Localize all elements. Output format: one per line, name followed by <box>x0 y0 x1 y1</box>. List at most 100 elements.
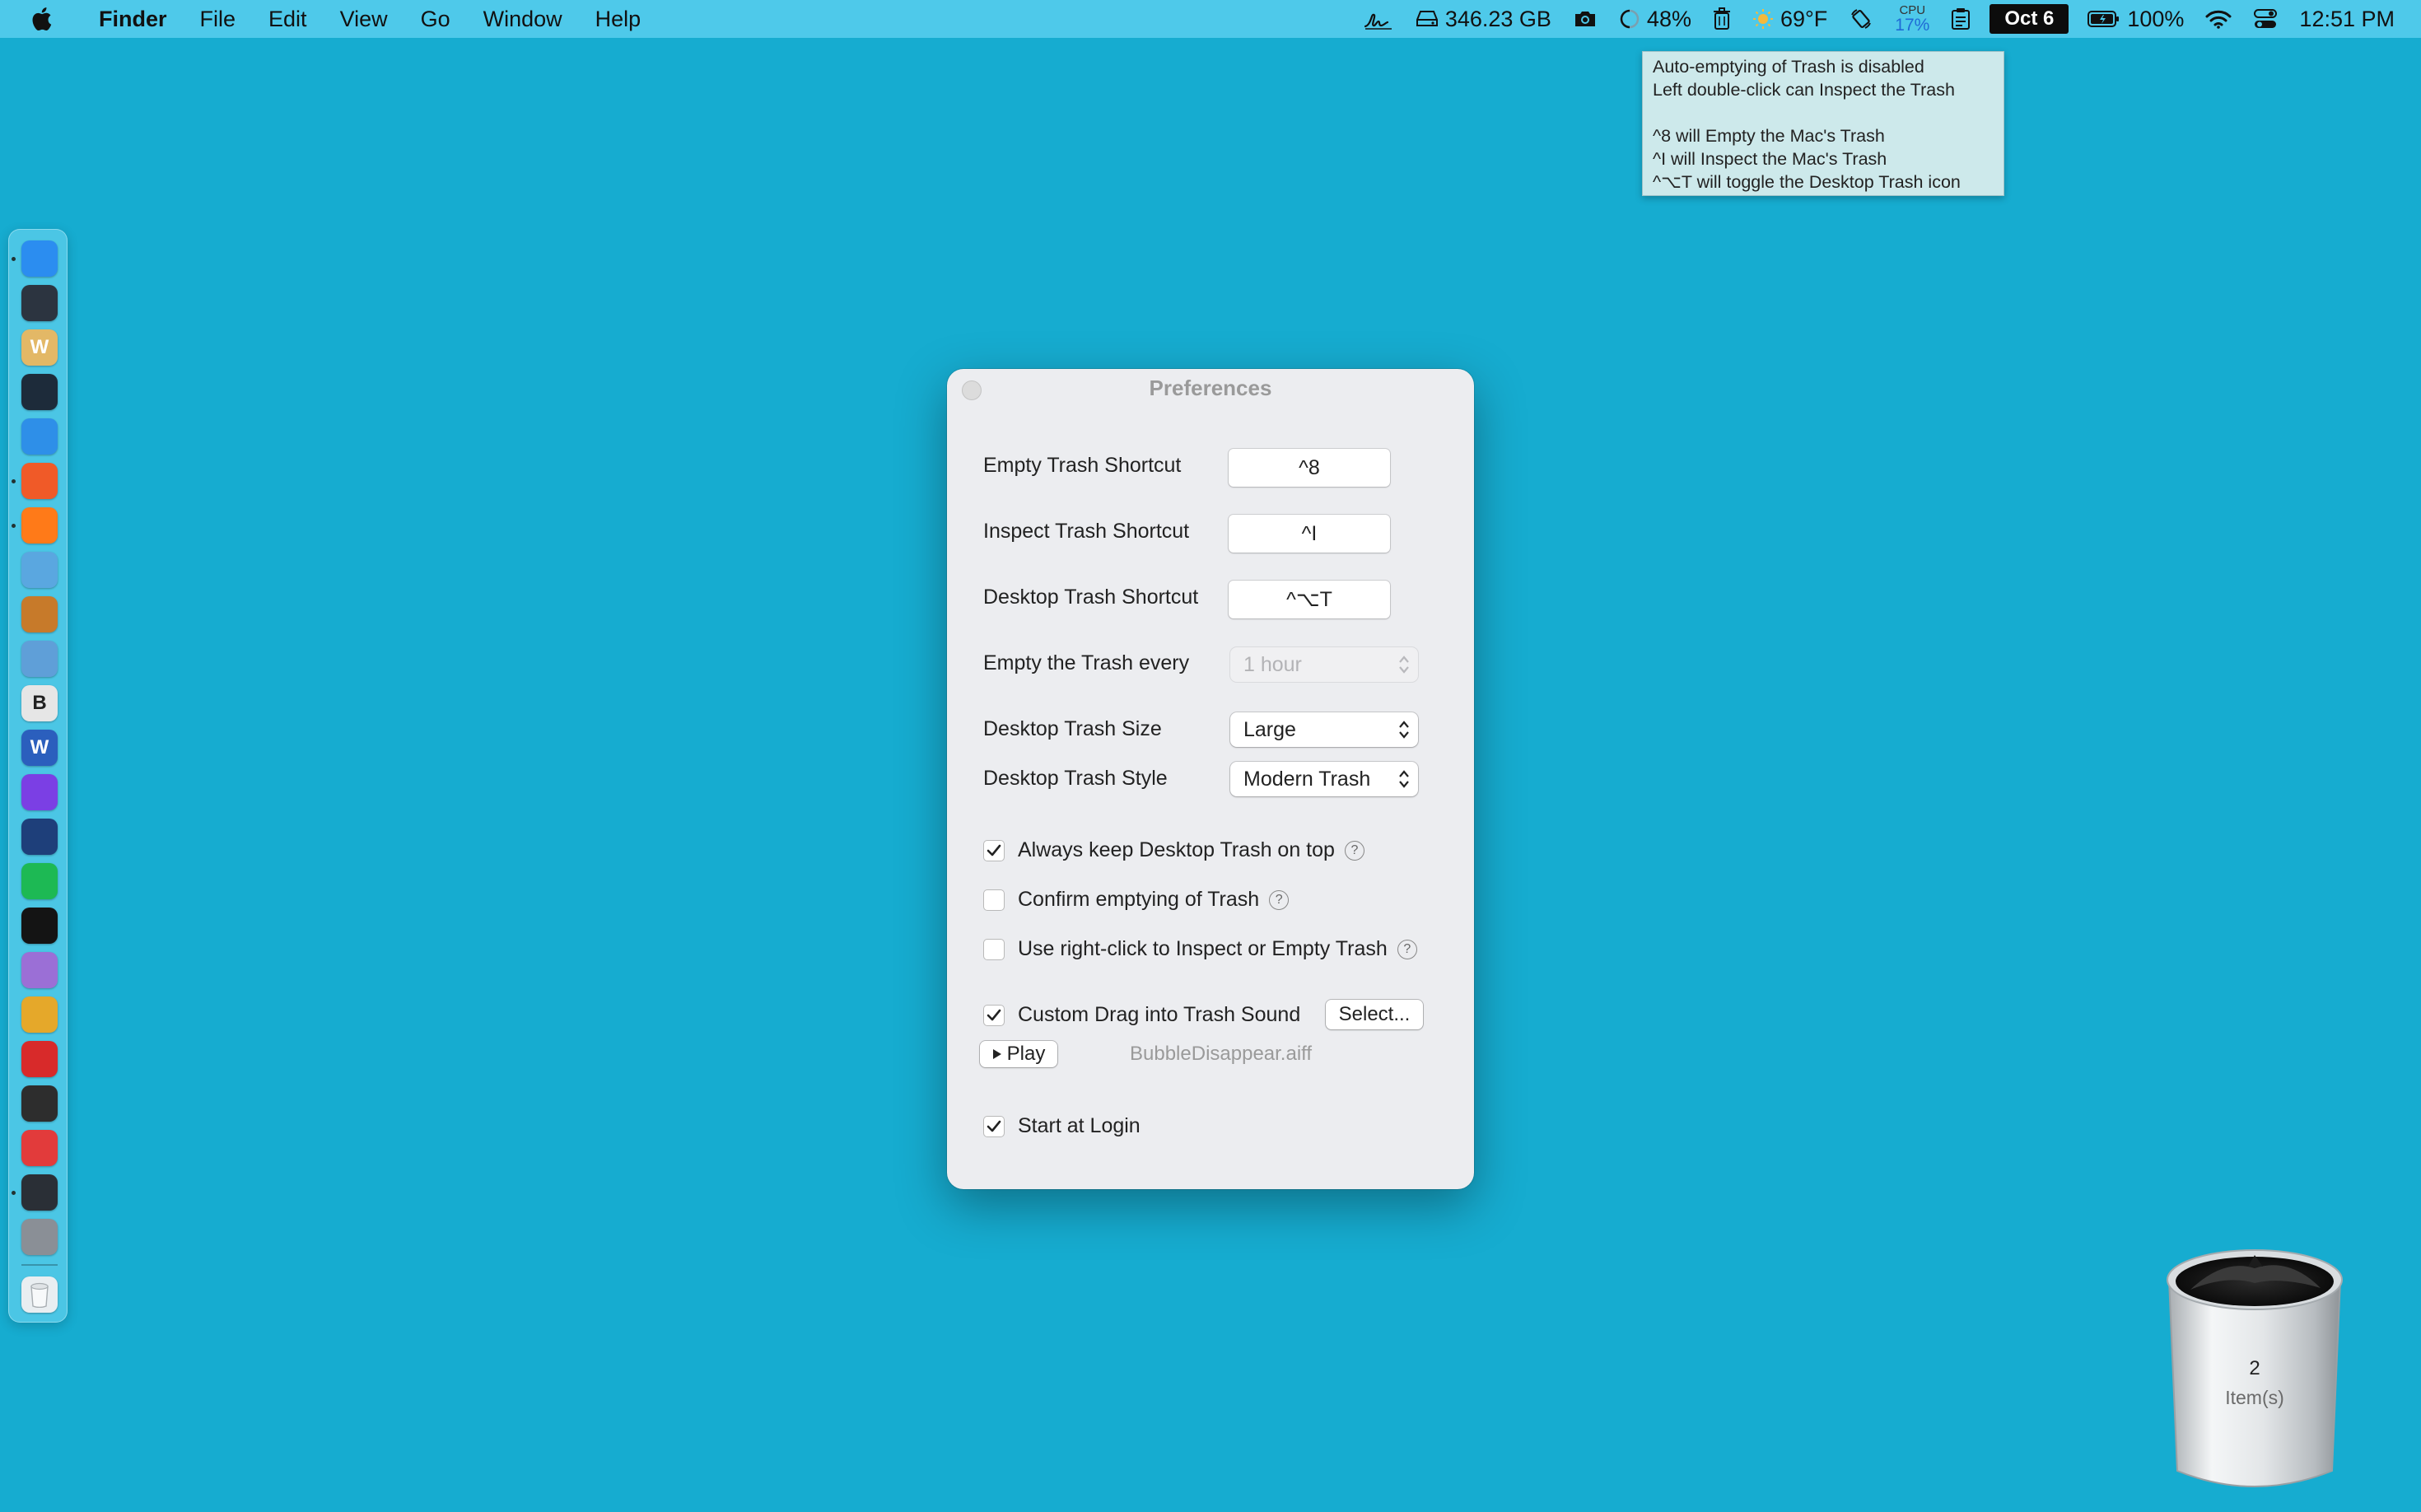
right-click-checkbox[interactable] <box>983 938 1005 960</box>
menu-app-finder[interactable]: Finder <box>82 0 184 38</box>
help-icon[interactable]: ? <box>1397 939 1417 959</box>
signature-icon <box>1364 13 1392 30</box>
menu-go[interactable]: Go <box>404 0 467 38</box>
disk-status-item[interactable]: 346.23 GB <box>1405 0 1562 38</box>
play-icon <box>992 1049 1001 1059</box>
empty-shortcut-field[interactable]: ^8 <box>1229 449 1390 487</box>
trash-size-value: Large <box>1243 717 1296 741</box>
empty-every-label: Empty the Trash every <box>983 651 1190 674</box>
menu-window[interactable]: Window <box>467 0 579 38</box>
dock-cyberduck-icon[interactable] <box>21 596 58 632</box>
clock-status-item[interactable]: 12:51 PM <box>2288 0 2421 38</box>
signature-status-item[interactable] <box>1352 0 1405 38</box>
dock-tracker-app-icon[interactable] <box>21 996 58 1033</box>
dock-microsoft-word-icon[interactable]: W <box>21 730 58 766</box>
dock-firefox-nightly-icon[interactable] <box>21 774 58 810</box>
trash-tooltip: Auto-emptying of Trash is disabled Left … <box>1642 51 2004 196</box>
clock-text: 12:51 PM <box>2299 6 2395 31</box>
up-down-arrows-icon <box>1399 721 1409 739</box>
dock-screen-recorder-icon[interactable] <box>21 1041 58 1077</box>
dock-layers-app-icon[interactable] <box>21 1085 58 1122</box>
battery-ring-text: 48% <box>1646 6 1691 31</box>
dock-instruments-icon[interactable] <box>21 374 58 410</box>
window-title: Preferences <box>1149 376 1272 400</box>
up-down-arrows-icon <box>1399 656 1409 674</box>
camera-status-item[interactable] <box>1562 0 1608 38</box>
help-icon[interactable]: ? <box>1344 840 1364 861</box>
control-center-icon <box>2254 9 2278 28</box>
help-icon[interactable]: ? <box>1269 889 1290 910</box>
weather-status-item[interactable]: 69°F <box>1742 0 1838 38</box>
dock-record-app-icon[interactable] <box>21 1130 58 1166</box>
desktop-shortcut-field[interactable]: ^⌥T <box>1229 581 1390 618</box>
running-indicator <box>12 257 16 261</box>
up-down-arrows-icon <box>1399 770 1409 788</box>
keep-on-top-checkbox[interactable] <box>983 839 1005 861</box>
desktop-trash[interactable]: 2 Item(s) <box>2157 1240 2352 1496</box>
dock-xcode-tools-icon[interactable] <box>21 418 58 455</box>
dock-word-writer-icon[interactable]: W <box>21 329 58 366</box>
dock-console-icon[interactable] <box>21 1174 58 1211</box>
battery-status-item[interactable]: 100% <box>2077 0 2195 38</box>
dock-activity-monitor-icon[interactable] <box>21 285 58 321</box>
checkmark-icon <box>987 844 1001 856</box>
trash-icon <box>1713 7 1730 30</box>
dock-system-settings-icon[interactable] <box>21 1219 58 1255</box>
menu-bar: Finder File Edit View Go Window Help 346… <box>0 0 2421 38</box>
menu-file[interactable]: File <box>184 0 253 38</box>
dock-trash-icon[interactable] <box>21 1276 58 1313</box>
tooltip-spacer <box>1653 101 1994 124</box>
start-login-checkbox[interactable] <box>983 1115 1005 1137</box>
battery-ring-status-item[interactable]: 48% <box>1608 0 1702 38</box>
keep-on-top-label: Always keep Desktop Trash on top <box>1018 838 1335 861</box>
dock-finder-icon[interactable] <box>21 240 58 277</box>
right-click-row[interactable]: Use right-click to Inspect or Empty Tras… <box>983 937 1417 961</box>
play-button[interactable]: Play <box>980 1041 1057 1067</box>
clipboard-status-item[interactable] <box>1940 0 1981 38</box>
trash-size-select[interactable]: Large <box>1230 712 1418 747</box>
dock-spotify-icon[interactable] <box>21 863 58 899</box>
dock-firefox-icon[interactable] <box>21 507 58 544</box>
dock-downloader-icon[interactable] <box>21 952 58 988</box>
checkmark-icon <box>987 1120 1001 1132</box>
cpu-status-item[interactable]: CPU 17% <box>1884 0 1940 38</box>
tooltip-line: ^8 will Empty the Mac's Trash <box>1653 126 1885 146</box>
wifi-status-item[interactable] <box>2195 0 2242 38</box>
custom-sound-checkbox[interactable] <box>983 1004 1005 1026</box>
dock-brave-icon[interactable] <box>21 463 58 499</box>
cpu-label: CPU <box>1899 3 1926 17</box>
trash-items-label: Item(s) <box>2225 1387 2284 1408</box>
date-badge[interactable]: Oct 6 <box>1990 4 2069 34</box>
menu-help[interactable]: Help <box>579 0 658 38</box>
menu-edit[interactable]: Edit <box>252 0 324 38</box>
dock-bbedit-icon[interactable]: B <box>21 685 58 721</box>
tooltip-line: ^I will Inspect the Mac's Trash <box>1653 149 1887 169</box>
dock-screenshot-app-icon[interactable] <box>21 552 58 588</box>
trash-status-item[interactable] <box>1702 0 1742 38</box>
trash-style-select[interactable]: Modern Trash <box>1230 762 1418 796</box>
custom-sound-row[interactable]: Custom Drag into Trash Sound <box>983 1003 1300 1027</box>
dock: WBW <box>8 229 68 1323</box>
empty-every-select[interactable]: 1 hour <box>1230 647 1418 682</box>
confirm-empty-checkbox[interactable] <box>983 889 1005 911</box>
start-login-row[interactable]: Start at Login <box>983 1114 1141 1138</box>
rotation-status-item[interactable] <box>1838 0 1884 38</box>
checkmark-icon <box>987 1009 1001 1020</box>
menu-view[interactable]: View <box>324 0 404 38</box>
disk-space-text: 346.23 GB <box>1444 6 1551 31</box>
wifi-icon <box>2205 10 2232 29</box>
dock-terminal-icon[interactable] <box>21 908 58 944</box>
dock-media-player-icon[interactable] <box>21 819 58 855</box>
confirm-empty-row[interactable]: Confirm emptying of Trash ? <box>983 888 1290 912</box>
desktop-shortcut-label: Desktop Trash Shortcut <box>983 586 1199 609</box>
keep-on-top-row[interactable]: Always keep Desktop Trash on top ? <box>983 838 1364 862</box>
trash-size-label: Desktop Trash Size <box>983 717 1162 740</box>
inspect-shortcut-field[interactable]: ^I <box>1229 515 1390 553</box>
control-center-status-item[interactable] <box>2242 0 2288 38</box>
trash-style-value: Modern Trash <box>1243 767 1371 791</box>
trash-style-label: Desktop Trash Style <box>983 767 1168 790</box>
select-sound-button[interactable]: Select... <box>1326 1000 1423 1029</box>
dock-separator <box>21 1264 58 1266</box>
apple-logo-icon[interactable] <box>0 7 82 31</box>
dock-preview-icon[interactable] <box>21 641 58 677</box>
